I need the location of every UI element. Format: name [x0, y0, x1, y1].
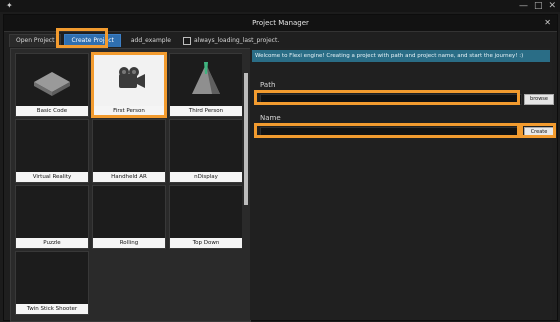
- templates-scroll-thumb[interactable]: [244, 73, 248, 205]
- template-thumbnail: [93, 186, 165, 238]
- template-virtual-reality[interactable]: Virtual Reality: [15, 119, 89, 183]
- template-top-down[interactable]: Top Down: [169, 185, 243, 249]
- template-thumbnail: [170, 120, 242, 172]
- template-label: Puzzle: [16, 238, 88, 248]
- template-label: Handheld AR: [93, 172, 165, 182]
- template-puzzle[interactable]: Puzzle: [15, 185, 89, 249]
- template-basic-code[interactable]: Basic Code: [15, 53, 89, 117]
- template-thumbnail: [16, 186, 88, 238]
- always-loading-label: always_loading_last_project.: [193, 37, 280, 44]
- close-icon[interactable]: ✕: [544, 15, 551, 31]
- close-icon[interactable]: ✕: [548, 0, 556, 12]
- template-twin-stick-shooter[interactable]: Twin Stick Shooter: [15, 251, 89, 315]
- template-label: Top Down: [170, 238, 242, 248]
- template-label: nDisplay: [170, 172, 242, 182]
- maximize-icon[interactable]: □: [534, 0, 543, 12]
- template-handheld-ar[interactable]: Handheld AR: [92, 119, 166, 183]
- template-label: Twin Stick Shooter: [16, 304, 88, 314]
- name-input[interactable]: [260, 127, 522, 138]
- template-third-person[interactable]: Third Person: [169, 53, 243, 117]
- template-thumbnail: [170, 186, 242, 238]
- camera-icon: [93, 54, 165, 106]
- tab-create-project[interactable]: Create Project: [64, 34, 121, 47]
- template-label: First Person: [93, 106, 165, 116]
- project-manager-window: Project Manager ✕ Open Project Create Pr…: [3, 14, 558, 322]
- templates-grid: Basic Code First Person Third Person Vir…: [10, 48, 244, 322]
- top-bar: ✦ — □ ✕: [0, 0, 560, 12]
- template-first-person[interactable]: First Person: [92, 53, 166, 117]
- template-label: Basic Code: [16, 106, 88, 116]
- always-loading-checkbox-wrap[interactable]: always_loading_last_project.: [181, 35, 279, 47]
- create-project-panel: Welcome to Flexi engine! Creating a proj…: [250, 48, 554, 320]
- always-loading-checkbox[interactable]: [182, 37, 191, 45]
- template-ndisplay[interactable]: nDisplay: [169, 119, 243, 183]
- template-thumbnail: [93, 120, 165, 172]
- minimize-icon[interactable]: —: [519, 0, 528, 12]
- template-label: Virtual Reality: [16, 172, 88, 182]
- tab-add-example[interactable]: add_example: [124, 34, 178, 47]
- browse-button[interactable]: browse: [524, 94, 554, 105]
- tab-open-project[interactable]: Open Project: [9, 34, 62, 47]
- template-thumbnail: [16, 252, 88, 304]
- welcome-banner: Welcome to Flexi engine! Creating a proj…: [252, 50, 550, 62]
- template-thumbnail: [16, 120, 88, 172]
- create-button[interactable]: Create: [524, 127, 554, 138]
- template-label: Third Person: [170, 106, 242, 116]
- path-input[interactable]: [260, 94, 522, 105]
- template-label: Rolling: [93, 238, 165, 248]
- tabs-row: Open Project Create Project add_example …: [9, 33, 279, 47]
- app-icon: ✦: [6, 1, 13, 10]
- title-bar: Project Manager ✕: [4, 15, 557, 32]
- window-controls: — □ ✕: [519, 0, 556, 12]
- window-title: Project Manager: [252, 19, 309, 27]
- name-label: Name: [260, 114, 281, 122]
- template-rolling[interactable]: Rolling: [92, 185, 166, 249]
- pyramid-icon: [170, 54, 242, 106]
- platform-icon: [16, 54, 88, 106]
- path-label: Path: [260, 81, 276, 89]
